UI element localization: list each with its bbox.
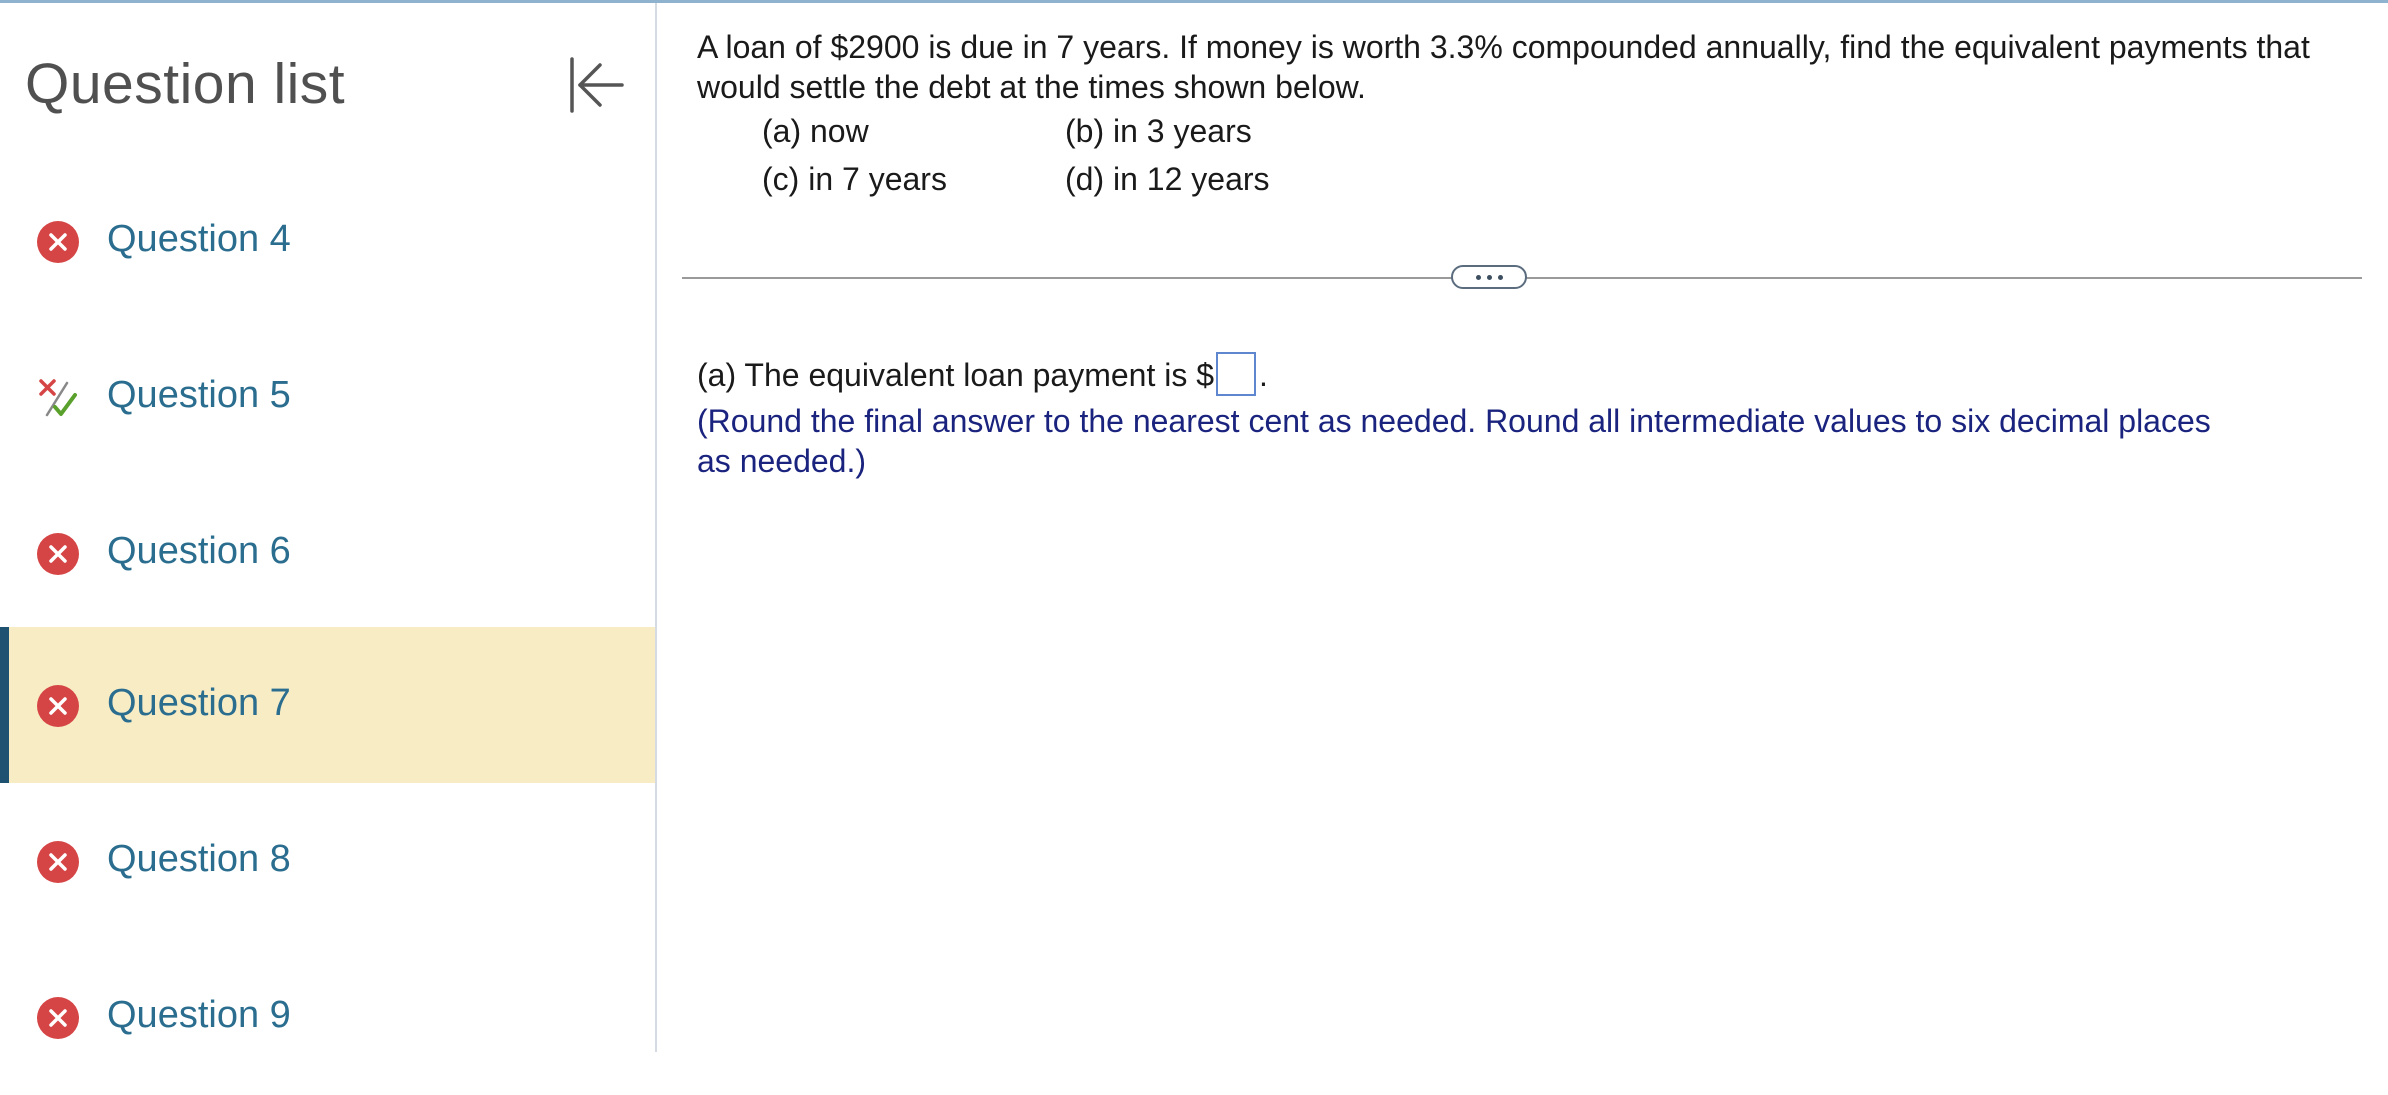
- ellipsis-dot-icon: [1498, 275, 1503, 280]
- incorrect-x-icon: [37, 533, 79, 575]
- answer-input-box[interactable]: [1216, 352, 1257, 396]
- incorrect-x-icon: [37, 685, 79, 727]
- collapse-sidebar-button[interactable]: [562, 53, 626, 117]
- ellipsis-dot-icon: [1487, 275, 1492, 280]
- question-label: Question 5: [107, 374, 291, 416]
- sidebar-header: Question list: [0, 3, 655, 163]
- answer-prefix: (a) The equivalent loan payment is $: [697, 357, 1215, 393]
- question-label: Question 4: [107, 218, 291, 260]
- answer-line: (a) The equivalent loan payment is $.: [697, 352, 1268, 398]
- rounding-instruction: (Round the final answer to the nearest c…: [697, 403, 2211, 479]
- incorrect-x-icon: [37, 221, 79, 263]
- sidebar-title: Question list: [25, 52, 346, 116]
- partial-credit-icon: [39, 379, 77, 417]
- question-label: Question 6: [107, 530, 291, 572]
- question-content: A loan of $2900 is due in 7 years. If mo…: [657, 3, 2388, 1052]
- expand-question-button[interactable]: [1451, 265, 1527, 289]
- incorrect-x-icon: [37, 997, 79, 1039]
- question-label: Question 9: [107, 994, 291, 1036]
- question-list-item-9[interactable]: Question 9: [0, 939, 655, 1095]
- answer-suffix: .: [1259, 357, 1268, 393]
- question-label: Question 7: [107, 682, 291, 724]
- question-list-item-5[interactable]: Question 5: [0, 319, 655, 475]
- question-label: Question 8: [107, 838, 291, 880]
- question-list-item-8[interactable]: Question 8: [0, 783, 655, 939]
- incorrect-x-icon: [37, 841, 79, 883]
- option-a: (a) now: [762, 113, 869, 149]
- option-c: (c) in 7 years: [762, 161, 947, 197]
- question-list-item-7-active[interactable]: Question 7: [0, 627, 655, 783]
- question-text: A loan of $2900 is due in 7 years. If mo…: [697, 29, 2310, 105]
- option-d: (d) in 12 years: [1065, 161, 1270, 197]
- question-list-item-4[interactable]: Question 4: [0, 163, 655, 319]
- question-list-sidebar: Question list Question 4 Question 5 Ques…: [0, 3, 657, 1052]
- collapse-left-icon: [570, 57, 624, 113]
- option-b: (b) in 3 years: [1065, 113, 1252, 149]
- ellipsis-dot-icon: [1476, 275, 1481, 280]
- question-list-item-6[interactable]: Question 6: [0, 475, 655, 631]
